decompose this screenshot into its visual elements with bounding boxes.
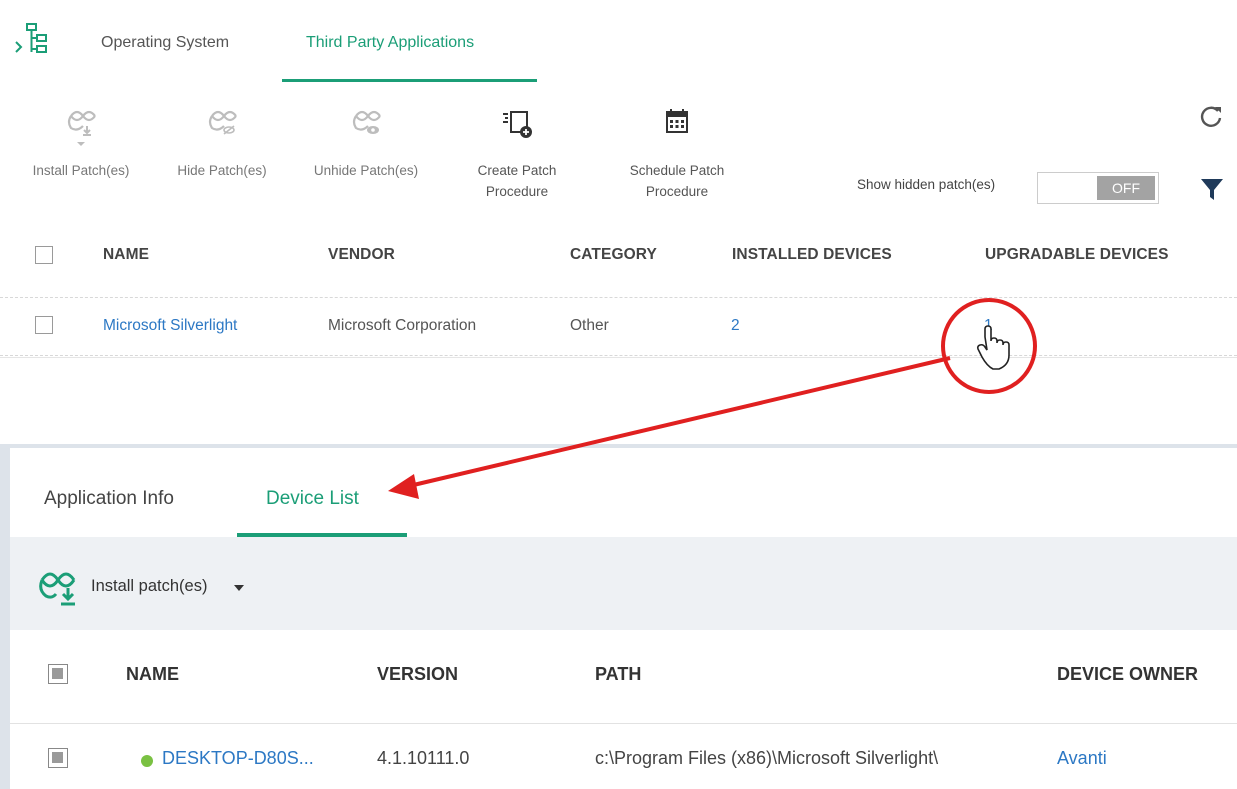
create-procedure-icon [503, 111, 532, 138]
show-hidden-patches-toggle[interactable]: OFF [1037, 172, 1159, 204]
row-divider [0, 355, 1237, 356]
toggle-state: OFF [1097, 176, 1155, 200]
select-all-checkbox[interactable] [35, 246, 53, 264]
app-category: Other [570, 317, 609, 334]
column-header-name[interactable]: NAME [103, 246, 149, 264]
unhide-patches-button[interactable]: Unhide Patch(es) [298, 104, 434, 181]
tab-device-list[interactable]: Device List [266, 488, 359, 510]
chevron-down-icon[interactable] [234, 585, 244, 591]
app-vendor: Microsoft Corporation [328, 317, 477, 334]
tab-application-info[interactable]: Application Info [44, 488, 174, 510]
install-patches-button[interactable]: Install Patch(es) [20, 104, 142, 181]
install-patches-dropdown[interactable]: Install patch(es) [91, 577, 207, 596]
create-procedure-label-1: Create Patch [477, 163, 557, 178]
install-patches-label: Install Patch(es) [32, 163, 130, 178]
column-header-upgradable-devices[interactable]: UPGRADABLE DEVICES [985, 246, 1169, 264]
device-list-toolbar: Install patch(es) [10, 537, 1237, 630]
row-checkbox[interactable] [48, 748, 68, 768]
refresh-icon[interactable] [1198, 104, 1224, 130]
hide-patches-button[interactable]: Hide Patch(es) [162, 104, 282, 181]
device-name-link[interactable]: DESKTOP-D80S... [162, 748, 314, 769]
column-header-path[interactable]: PATH [595, 664, 641, 685]
tab-third-party-applications[interactable]: Third Party Applications [306, 34, 474, 52]
app-name-link[interactable]: Microsoft Silverlight [103, 317, 237, 335]
column-header-category[interactable]: CATEGORY [570, 246, 657, 264]
show-hidden-patches-label: Show hidden patch(es) [857, 177, 996, 192]
header-divider [10, 723, 1237, 724]
column-header-name[interactable]: NAME [126, 664, 179, 685]
hide-patch-icon [208, 110, 237, 135]
install-patch-icon [39, 572, 76, 606]
calendar-icon [666, 109, 688, 133]
create-procedure-label-2: Procedure [485, 184, 549, 199]
device-path: c:\Program Files (x86)\Microsoft Silverl… [595, 748, 939, 768]
column-header-version[interactable]: VERSION [377, 664, 458, 685]
active-tab-indicator [282, 79, 537, 82]
create-patch-procedure-button[interactable]: Create Patch Procedure [462, 104, 572, 202]
column-header-installed-devices[interactable]: INSTALLED DEVICES [732, 246, 892, 264]
patch-management-panel: Operating System Third Party Application… [0, 0, 1237, 358]
unhide-patch-icon [352, 110, 381, 134]
device-version: 4.1.10111.0 [377, 748, 470, 768]
online-status-icon [141, 755, 153, 767]
installed-devices-link[interactable]: 2 [731, 317, 740, 335]
column-header-device-owner[interactable]: DEVICE OWNER [1057, 664, 1198, 685]
schedule-patch-procedure-button[interactable]: Schedule Patch Procedure [612, 104, 742, 202]
header-divider [0, 297, 1237, 298]
schedule-procedure-label-1: Schedule Patch [629, 163, 725, 178]
hide-patches-label: Hide Patch(es) [177, 163, 267, 178]
application-detail-panel: Application Info Device List Install pat… [0, 444, 1237, 789]
filter-icon[interactable] [1199, 176, 1225, 202]
select-all-checkbox[interactable] [48, 664, 68, 684]
row-checkbox[interactable] [35, 316, 53, 334]
column-header-vendor[interactable]: VENDOR [328, 246, 395, 264]
tree-toggle-icon[interactable] [14, 20, 58, 56]
install-patch-icon [67, 110, 96, 146]
unhide-patches-label: Unhide Patch(es) [313, 163, 419, 178]
upgradable-devices-link[interactable]: 1 [984, 317, 993, 335]
schedule-procedure-label-2: Procedure [645, 184, 709, 199]
device-owner-link[interactable]: Avanti [1057, 748, 1107, 769]
tab-operating-system[interactable]: Operating System [101, 34, 229, 52]
